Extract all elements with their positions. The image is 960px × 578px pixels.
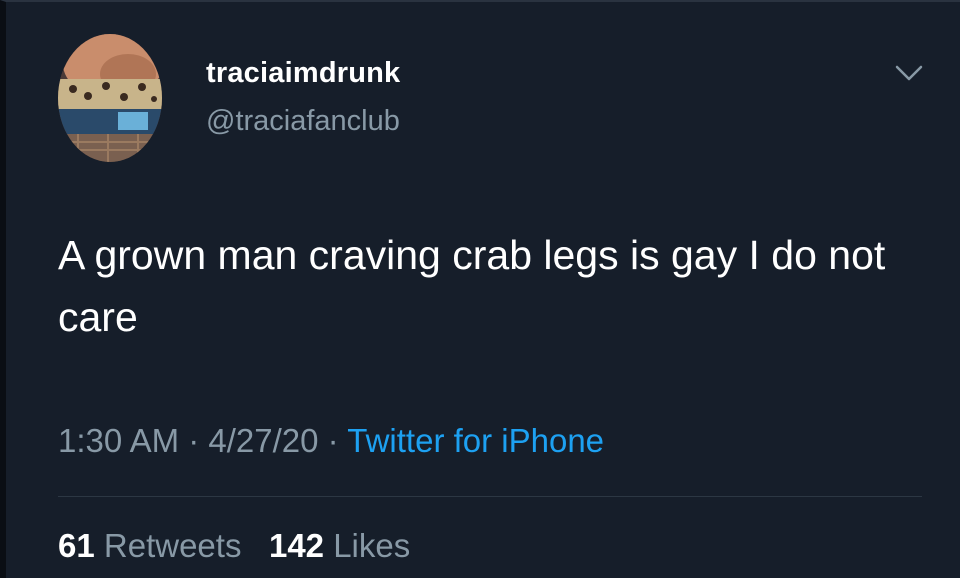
avatar-image — [58, 34, 162, 162]
tweet-date[interactable]: 4/27/20 — [208, 422, 318, 459]
likes-stat[interactable]: 142 Likes — [269, 527, 410, 564]
tweet-source-link[interactable]: Twitter for iPhone — [347, 422, 604, 459]
tweet-text: A grown man craving crab legs is gay I d… — [58, 232, 886, 340]
retweets-stat[interactable]: 61 Retweets — [58, 527, 241, 564]
likes-label: Likes — [333, 527, 411, 564]
tweet-meta: 1:30 AM · 4/27/20 · Twitter for iPhone — [58, 422, 604, 460]
tweet-card: traciaimdrunk @traciafanclub A grown man… — [0, 0, 960, 578]
meta-separator: · — [318, 422, 348, 459]
likes-count: 142 — [268, 527, 325, 564]
divider — [58, 496, 922, 497]
avatar[interactable] — [58, 34, 162, 162]
display-name[interactable]: traciaimdrunk — [206, 57, 400, 90]
retweets-count: 61 — [58, 527, 95, 564]
retweets-label: Retweets — [103, 527, 242, 564]
tweet-stats: 61 Retweets 142 Likes — [58, 527, 410, 565]
chevron-down-icon[interactable] — [894, 62, 924, 84]
meta-separator: · — [179, 422, 209, 459]
tweet-time[interactable]: 1:30 AM — [58, 422, 179, 459]
user-handle[interactable]: @traciafanclub — [206, 105, 400, 138]
